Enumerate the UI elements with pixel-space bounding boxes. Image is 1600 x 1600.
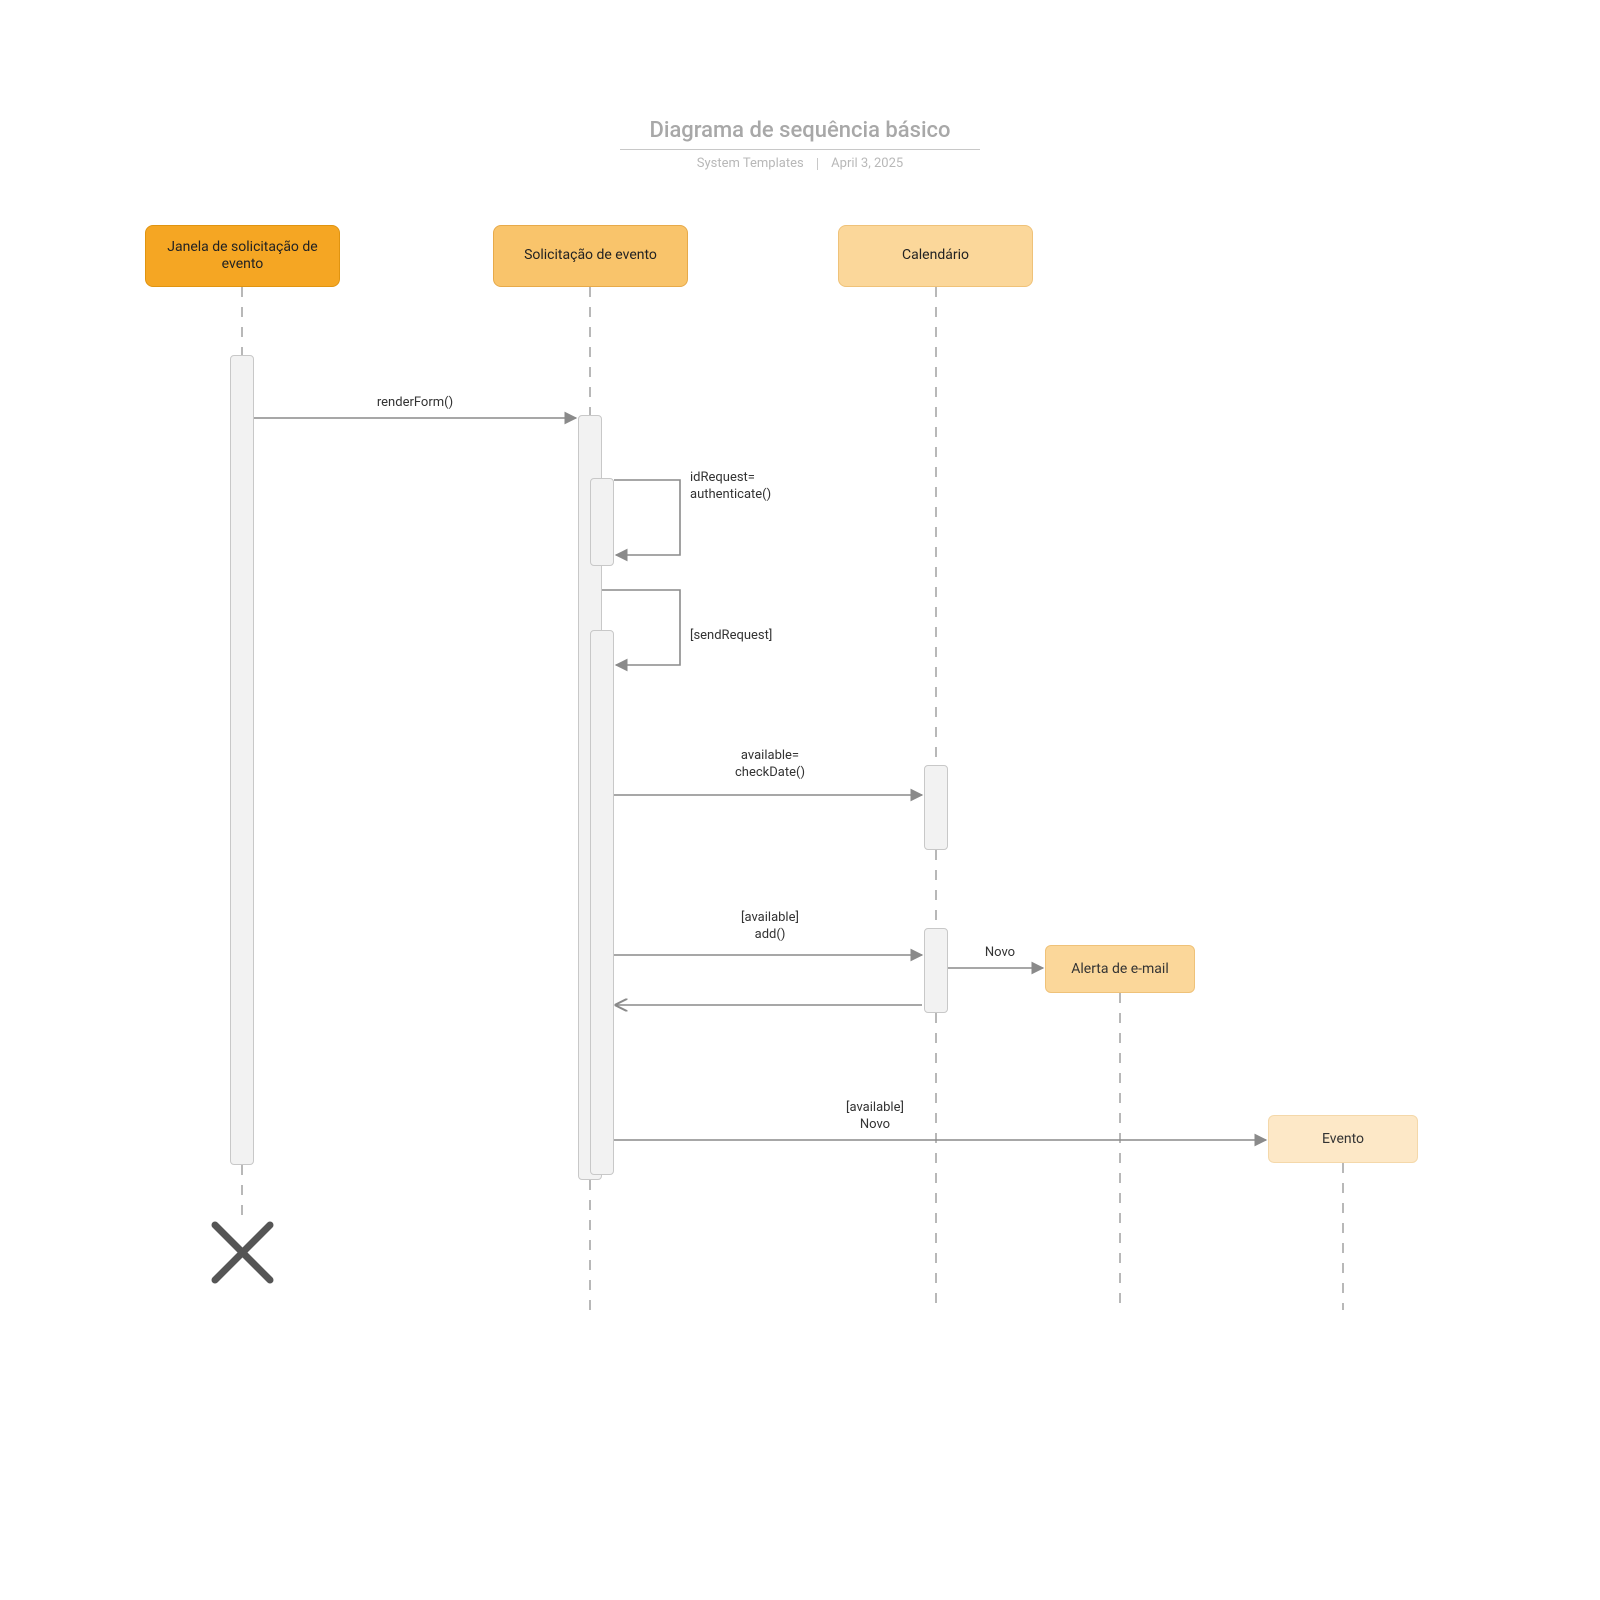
created-event: Evento: [1268, 1115, 1418, 1163]
activation-event-request-auth: [590, 478, 614, 566]
activation-calendar-add: [924, 928, 948, 1013]
label-sendrequest: [sendRequest]: [690, 628, 820, 645]
diagram-subtitle: System Templates April 3, 2025: [0, 156, 1600, 171]
label-add: [available] add(): [660, 910, 880, 944]
diagram-canvas: Diagrama de sequência básico System Temp…: [0, 0, 1600, 1600]
label-checkdate: available= checkDate(): [660, 748, 880, 782]
arrow-authenticate: [614, 480, 680, 555]
destroy-icon: [215, 1225, 270, 1280]
subtitle-left: System Templates: [697, 156, 804, 171]
title-underline: [620, 149, 980, 150]
title-block: Diagrama de sequência básico System Temp…: [0, 118, 1600, 171]
label-renderform: renderForm(): [300, 395, 530, 412]
label-available-novo: [available] Novo: [765, 1100, 985, 1134]
activation-calendar-check: [924, 765, 948, 850]
label-authenticate: idRequest= authenticate(): [690, 470, 820, 504]
participant-event-request: Solicitação de evento: [493, 225, 688, 287]
participant-event-window: Janela de solicitação de evento: [145, 225, 340, 287]
activation-event-window: [230, 355, 254, 1165]
diagram-title: Diagrama de sequência básico: [0, 118, 1600, 143]
activation-event-request-send: [590, 630, 614, 1175]
participant-calendar: Calendário: [838, 225, 1033, 287]
subtitle-separator: [817, 158, 818, 170]
label-novo1: Novo: [965, 945, 1035, 962]
subtitle-right: April 3, 2025: [831, 156, 903, 171]
created-email-alert: Alerta de e-mail: [1045, 945, 1195, 993]
